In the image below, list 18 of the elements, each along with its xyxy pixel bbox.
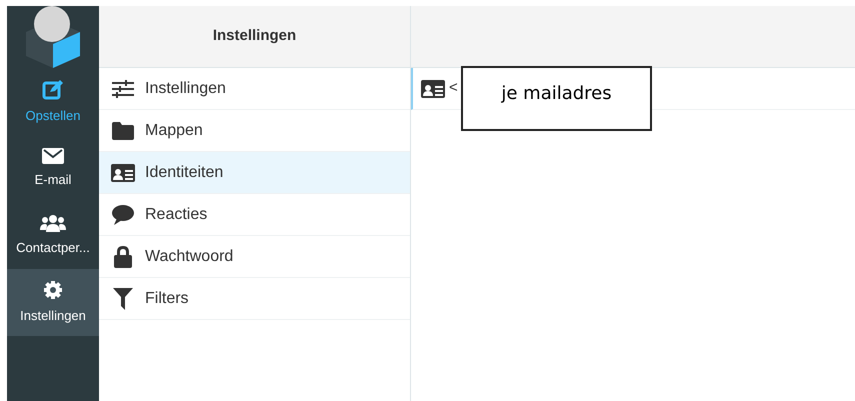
sliders-icon xyxy=(112,80,134,98)
filter-icon xyxy=(113,288,133,310)
settings-item[interactable]: Identiteiten xyxy=(99,152,410,194)
lock-icon xyxy=(113,246,133,268)
callout-box: je mailadres xyxy=(461,66,652,131)
id-card-icon xyxy=(111,164,135,182)
edit-icon xyxy=(42,78,64,100)
speech-bubble-icon xyxy=(112,204,134,224)
people-icon xyxy=(40,214,66,232)
nav-item[interactable]: Opstellen xyxy=(7,68,99,135)
nav-item[interactable]: Contactper... xyxy=(7,202,99,269)
nav-item[interactable]: E-mail xyxy=(7,135,99,202)
folder-icon xyxy=(112,122,134,140)
nav-item[interactable]: Instellingen xyxy=(7,269,99,336)
settings-icon xyxy=(43,280,63,300)
id-card-icon xyxy=(421,80,445,98)
envelope-icon xyxy=(42,148,64,164)
panel-title: Instellingen xyxy=(212,26,296,46)
